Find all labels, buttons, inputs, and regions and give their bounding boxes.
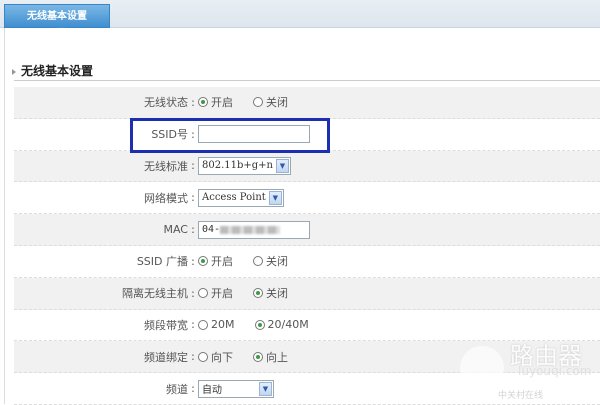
radio-icon [198, 351, 208, 362]
watermark-brand: 中关村在线 [498, 391, 544, 401]
radio-20-40m[interactable]: 20/40M [254, 318, 309, 332]
radio-icon [253, 288, 263, 299]
select-value: 自动 [202, 385, 222, 397]
radio-label: 开启 [211, 255, 233, 269]
radio-icon [253, 351, 263, 362]
radio-icon [198, 256, 208, 267]
radio-down[interactable]: 向下 [198, 349, 233, 365]
radio-icon [253, 97, 263, 108]
radio-label: 关闭 [266, 96, 288, 110]
radio-icon [253, 256, 263, 267]
radio-broadcast-off[interactable]: 关闭 [253, 253, 288, 269]
radio-20m[interactable]: 20M [198, 318, 235, 331]
radio-icon [198, 97, 208, 108]
label: 频段带宽 [144, 318, 188, 332]
chevron-down-icon: ▼ [268, 190, 282, 205]
chevron-down-icon: ▼ [259, 381, 272, 396]
ssid-highlight-box [130, 118, 330, 153]
chevron-down-icon: ▼ [276, 158, 289, 173]
colon: : [191, 286, 195, 300]
label: 隔离无线主机 [122, 287, 188, 301]
divider [14, 80, 600, 81]
radio-isolation-off[interactable]: 关闭 [253, 285, 288, 301]
colon: : [191, 254, 195, 268]
mode-select[interactable]: Access Point ▼ [198, 188, 284, 207]
colon: : [191, 95, 195, 109]
radio-wireless-off[interactable]: 关闭 [253, 94, 288, 110]
select-value: Access Point [202, 192, 266, 204]
label: 无线标准 [144, 159, 188, 173]
radio-label: 开启 [211, 96, 233, 110]
channel-select[interactable]: 自动 ▼ [198, 379, 274, 398]
router-logo-icon [460, 346, 504, 390]
colon: : [191, 223, 195, 237]
select-value: 802.11b+g+n [202, 160, 273, 172]
radio-broadcast-on[interactable]: 开启 [198, 253, 233, 269]
mac-value: 04- [202, 224, 221, 236]
radio-icon [254, 319, 265, 330]
radio-wireless-on[interactable]: 开启 [198, 94, 233, 110]
row-ssid-broadcast: SSID 广播: 开启 关闭 [14, 246, 600, 278]
row-standard: 无线标准: 802.11b+g+n ▼ [14, 150, 600, 183]
radio-icon [198, 319, 208, 330]
blurred-mac [220, 225, 281, 234]
radio-icon [198, 288, 208, 299]
triangle-icon [12, 68, 16, 75]
standard-select[interactable]: 802.11b+g+n ▼ [198, 156, 291, 175]
label: 频道绑定 [144, 350, 188, 364]
colon: : [191, 159, 195, 173]
colon: : [191, 191, 195, 205]
radio-label: 关闭 [266, 255, 288, 269]
radio-isolation-on[interactable]: 开启 [198, 285, 233, 301]
section-title-text: 无线基本设置 [21, 64, 94, 78]
row-isolation: 隔离无线主机: 开启 关闭 [14, 277, 600, 310]
label: 无线状态 [144, 96, 188, 110]
row-wireless-status: 无线状态: 开启 关闭 [14, 87, 600, 119]
label: 频道 [166, 382, 188, 396]
row-mac: MAC: 04- [14, 214, 600, 246]
radio-up[interactable]: 向上 [253, 349, 288, 365]
radio-label: 关闭 [266, 287, 288, 301]
tab-wireless-basic[interactable]: 无线基本设置 [4, 4, 110, 33]
label: MAC [163, 223, 188, 237]
radio-label: 20/40M [267, 318, 309, 332]
label: 网络模式 [144, 191, 188, 205]
section-title: 无线基本设置 [12, 62, 93, 79]
radio-label: 开启 [211, 287, 233, 301]
radio-label: 向上 [266, 350, 288, 364]
colon: : [191, 318, 195, 332]
radio-label: 20M [211, 318, 235, 332]
watermark-domain: luyouqi.com [518, 364, 592, 378]
colon: : [191, 350, 195, 364]
row-mode: 网络模式: Access Point ▼ [14, 182, 600, 215]
colon: : [191, 382, 195, 396]
radio-label: 向下 [211, 350, 233, 364]
mac-input[interactable]: 04- [198, 220, 310, 239]
label: SSID 广播 [136, 255, 188, 269]
